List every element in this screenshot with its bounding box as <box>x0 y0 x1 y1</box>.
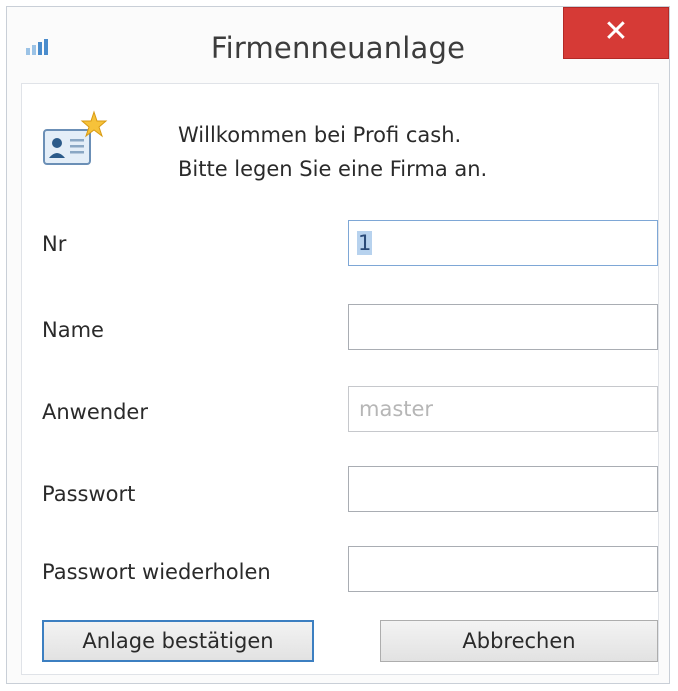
dialog-content: Willkommen bei Profi cash. Bitte legen S… <box>21 83 659 675</box>
nr-value-selected: 1 <box>357 231 373 255</box>
nr-field[interactable]: 1 <box>348 220 658 266</box>
nr-label: Nr <box>42 232 67 256</box>
anwender-label: Anwender <box>42 400 148 424</box>
passwort-label: Passwort <box>42 482 136 506</box>
welcome-line-1: Willkommen bei Profi cash. <box>178 123 462 147</box>
new-company-card-icon <box>43 110 108 165</box>
name-field[interactable] <box>348 304 658 350</box>
confirm-button[interactable]: Anlage bestätigen <box>42 620 314 662</box>
passwort-wiederholen-field[interactable] <box>348 546 658 592</box>
welcome-line-2: Bitte legen Sie eine Firma an. <box>178 157 488 181</box>
cancel-button[interactable]: Abbrechen <box>380 620 658 662</box>
passwort-field[interactable] <box>348 466 658 512</box>
name-label: Name <box>42 318 104 342</box>
close-button[interactable]: ✕ <box>563 7 669 59</box>
title-bar: Firmenneuanlage ✕ <box>7 7 669 85</box>
dialog-window: Firmenneuanlage ✕ Willkommen bei Profi c… <box>6 6 670 684</box>
anwender-field[interactable] <box>348 386 658 432</box>
passwort-wiederholen-label: Passwort wiederholen <box>42 560 271 584</box>
welcome-message: Willkommen bei Profi cash. Bitte legen S… <box>178 118 487 186</box>
